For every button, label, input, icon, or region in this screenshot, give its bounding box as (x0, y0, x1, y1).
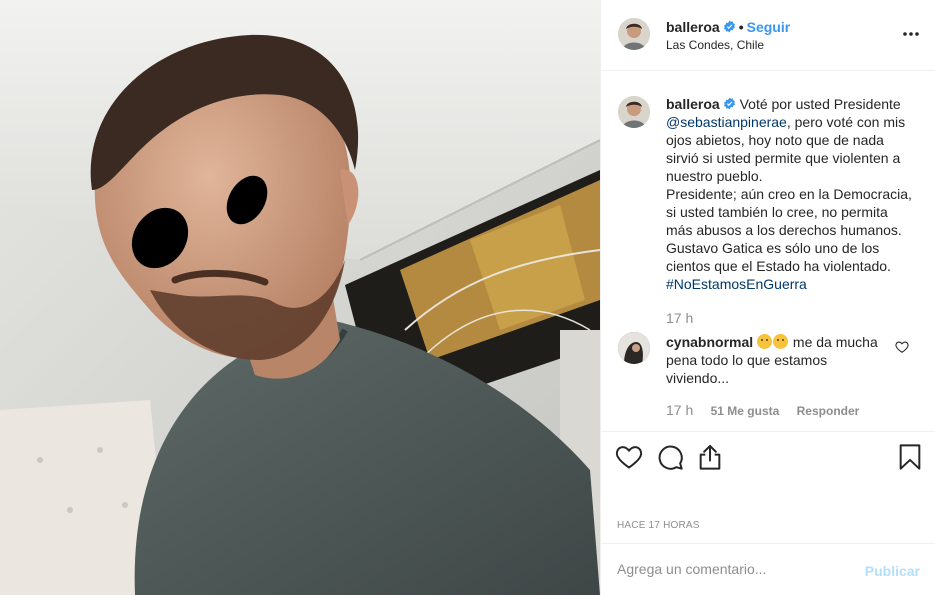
photo-illustration (0, 0, 600, 595)
more-options-icon[interactable] (901, 26, 921, 42)
action-bar (601, 431, 935, 483)
caption-username[interactable]: balleroa (666, 96, 720, 112)
publish-button[interactable]: Publicar (865, 563, 920, 579)
sad-face-icon (773, 334, 789, 349)
verified-badge-icon (723, 97, 735, 110)
comment-likes[interactable]: 51 Me gusta (711, 404, 780, 418)
post-location[interactable]: Las Condes, Chile (666, 38, 764, 52)
post-side-panel: balleroa • Seguir Las Condes, Chile baller… (600, 0, 935, 595)
hashtag-link[interactable]: #NoEstamosEnGuerra (666, 276, 807, 292)
post-dialog: balleroa • Seguir Las Condes, Chile baller… (0, 0, 935, 595)
follow-button[interactable]: Seguir (747, 19, 791, 35)
comment-time[interactable]: 17 h (666, 402, 693, 418)
comment-icon[interactable] (656, 443, 684, 471)
caption-paragraph-2: Presidente; aún creo en la Democracia, s… (666, 186, 912, 274)
mention-link[interactable]: @sebastianpinerae (666, 114, 787, 130)
header-user-line: balleroa • Seguir (666, 19, 790, 35)
sad-face-icon (757, 334, 773, 349)
comment-input[interactable] (617, 558, 857, 580)
reply-button[interactable]: Responder (797, 404, 860, 418)
bookmark-icon[interactable] (896, 443, 924, 471)
post-time-ago[interactable]: HACE 17 HORAS (617, 520, 700, 531)
caption-text: balleroa Voté por usted Presidente @seba… (666, 95, 914, 327)
author-username[interactable]: balleroa (666, 19, 720, 35)
heart-icon[interactable] (615, 443, 643, 471)
post-photo[interactable] (0, 0, 600, 595)
comment-text: cynabnormal me da mucha pena todo lo que… (666, 333, 888, 387)
share-icon[interactable] (696, 443, 724, 471)
verified-badge-icon (723, 20, 735, 33)
caption-time[interactable]: 17 h (666, 309, 914, 327)
caption-body-1: Voté por usted Presidente (739, 96, 901, 112)
comment-meta: 17 h 51 Me gusta Responder (666, 402, 873, 418)
separator-dot: • (738, 19, 744, 35)
caption-avatar[interactable] (618, 96, 650, 128)
commenter-username[interactable]: cynabnormal (666, 334, 753, 350)
author-avatar[interactable] (618, 18, 650, 50)
add-comment-bar: Publicar (601, 543, 935, 595)
commenter-avatar[interactable] (618, 332, 650, 364)
like-comment-icon[interactable] (895, 340, 909, 354)
post-header: balleroa • Seguir Las Condes, Chile (601, 0, 935, 71)
